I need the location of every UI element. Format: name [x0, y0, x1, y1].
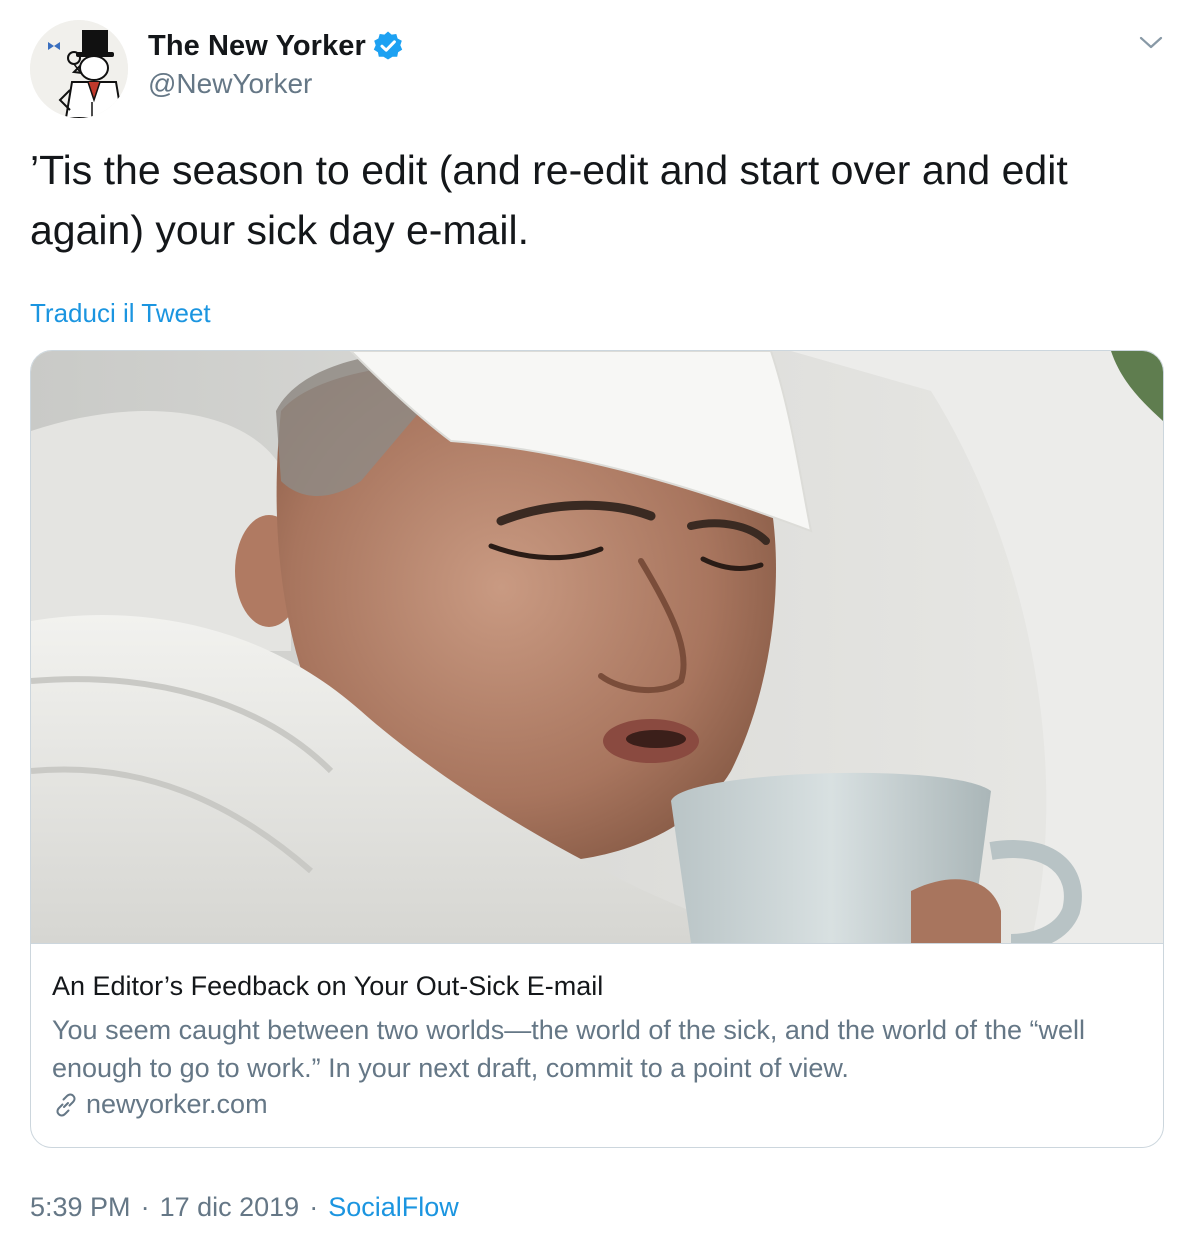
source-link[interactable]: SocialFlow — [328, 1192, 459, 1223]
tweet-time[interactable]: 5:39 PM — [30, 1192, 131, 1223]
verified-badge-icon — [372, 30, 404, 62]
author-name-row[interactable]: The New Yorker — [148, 28, 404, 64]
link-icon — [52, 1091, 80, 1119]
card-domain: newyorker.com — [86, 1089, 268, 1119]
meta-separator: · — [140, 1192, 150, 1222]
card-description: You seem caught between two worlds—the w… — [52, 1015, 1086, 1083]
tweet-text: ’Tis the season to edit (and re-edit and… — [30, 147, 1068, 253]
card-domain-row: newyorker.com — [52, 1089, 268, 1120]
tweet-date[interactable]: 17 dic 2019 — [160, 1192, 300, 1223]
chevron-down-icon[interactable] — [1136, 30, 1166, 54]
author-name[interactable]: The New Yorker — [148, 30, 366, 63]
tweet: The New Yorker @NewYorker ’Tis the seaso… — [0, 0, 1194, 1254]
card-title[interactable]: An Editor’s Feedback on Your Out-Sick E-… — [52, 971, 603, 1002]
author-handle[interactable]: @NewYorker — [148, 68, 312, 100]
tweet-meta: 5:39 PM · 17 dic 2019 · SocialFlow — [30, 1192, 459, 1223]
card-image[interactable] — [31, 351, 1163, 944]
eustace-tilley-icon — [30, 20, 128, 118]
meta-separator-2: · — [309, 1192, 319, 1222]
link-card[interactable]: An Editor’s Feedback on Your Out-Sick E-… — [30, 350, 1164, 1148]
avatar[interactable] — [30, 20, 128, 118]
translate-tweet-link[interactable]: Traduci il Tweet — [30, 298, 211, 329]
